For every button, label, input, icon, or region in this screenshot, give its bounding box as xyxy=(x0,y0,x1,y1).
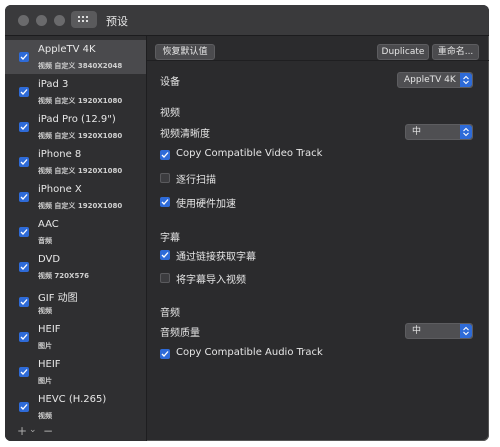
audio-quality-select[interactable]: 中 xyxy=(405,323,473,339)
preset-details: 图片 xyxy=(38,377,52,385)
sidebar-item-ipad-pro[interactable]: iPad Pro (12.9") 视频 自定义 1920X1080 xyxy=(5,110,146,144)
preferences-window: 预设 AppleTV 4K 视频 自定义 3840X2048 iPad 3 视频… xyxy=(5,5,489,441)
preset-checkbox[interactable] xyxy=(19,367,29,377)
progressive-scan-label: 逐行扫描 xyxy=(176,175,216,186)
zoom-window-button[interactable] xyxy=(54,15,65,26)
preset-name: AAC xyxy=(38,219,59,230)
preset-name: DVD xyxy=(38,254,61,265)
preset-details: 视频 xyxy=(38,307,52,315)
sidebar-item-iphone-8[interactable]: iPhone 8 视频 自定义 1920X1080 xyxy=(5,145,146,179)
add-preset-button[interactable]: + xyxy=(17,424,27,438)
audio-quality-label: 音频质量 xyxy=(160,328,200,339)
fetch-subtitle-label: 通过链接获取字幕 xyxy=(176,252,256,263)
preset-name: AppleTV 4K xyxy=(38,44,96,55)
close-window-button[interactable] xyxy=(18,15,29,26)
title-bar: 预设 xyxy=(5,5,489,36)
preset-checkbox[interactable] xyxy=(19,402,29,412)
audio-quality-value: 中 xyxy=(412,326,422,336)
subtitle-section-heading: 字幕 xyxy=(160,233,180,244)
preset-details: 视频 自定义 1920X1080 xyxy=(38,202,123,210)
preset-checkbox[interactable] xyxy=(19,52,29,62)
copy-video-track-checkbox[interactable] xyxy=(160,150,170,160)
import-subtitle-label: 将字幕导入视频 xyxy=(176,275,246,286)
preset-name: GIF 动图 xyxy=(38,293,78,304)
copy-video-track-label: Copy Compatible Video Track xyxy=(176,148,323,159)
hardware-acceleration-checkbox[interactable] xyxy=(160,197,170,207)
duplicate-button[interactable]: Duplicate xyxy=(377,44,429,60)
video-section-heading: 视频 xyxy=(160,108,180,119)
sidebar-item-gif[interactable]: GIF 动图 视频 xyxy=(5,285,146,319)
chevron-updown-icon xyxy=(460,125,472,139)
audio-section-heading: 音频 xyxy=(160,308,180,319)
preset-details: 视频 自定义 1920X1080 xyxy=(38,97,123,105)
video-quality-label: 视频清晰度 xyxy=(160,129,210,140)
preset-details: 音频 xyxy=(38,237,52,245)
preset-details: 视频 自定义 1920X1080 xyxy=(38,132,123,140)
chevron-updown-icon xyxy=(460,73,472,87)
sidebar-item-appletv-4k[interactable]: AppleTV 4K 视频 自定义 3840X2048 xyxy=(5,40,146,74)
preset-checkbox[interactable] xyxy=(19,332,29,342)
preset-checkbox[interactable] xyxy=(19,87,29,97)
sidebar-item-aac[interactable]: AAC 音频 xyxy=(5,215,146,249)
video-quality-select[interactable]: 中 xyxy=(405,124,473,140)
preset-checkbox[interactable] xyxy=(19,262,29,272)
preset-checkbox[interactable] xyxy=(19,157,29,167)
preset-details: 视频 自定义 3840X2048 xyxy=(38,62,123,70)
preset-checkbox[interactable] xyxy=(19,192,29,202)
rename-button[interactable]: 重命名... xyxy=(432,44,479,60)
preset-name: iPhone X xyxy=(38,184,82,195)
preset-name: HEVC (H.265) xyxy=(38,394,107,405)
preset-details: 视频 自定义 1920X1080 xyxy=(38,167,123,175)
preset-settings-panel: 恢复默认值 Duplicate 重命名... 设备 AppleTV 4K 视频 … xyxy=(147,36,489,441)
add-menu-chevron-icon[interactable]: ⌄ xyxy=(29,425,37,435)
video-quality-value: 中 xyxy=(412,127,422,137)
preset-details: 视频 720X576 xyxy=(38,272,90,280)
sidebar-bottom-bar: + ⌄ − xyxy=(5,424,146,441)
preset-name: iPhone 8 xyxy=(38,149,82,160)
restore-defaults-button[interactable]: 恢复默认值 xyxy=(155,44,215,60)
preset-name: iPad Pro (12.9") xyxy=(38,114,116,125)
import-subtitle-checkbox[interactable] xyxy=(160,273,170,283)
sidebar-item-heif[interactable]: HEIF 图片 xyxy=(5,355,146,389)
remove-preset-button[interactable]: − xyxy=(43,424,53,438)
preset-checkbox[interactable] xyxy=(19,227,29,237)
progressive-scan-checkbox[interactable] xyxy=(160,173,170,183)
sidebar-item-hevc[interactable]: HEVC (H.265) 视频 xyxy=(5,390,146,424)
copy-audio-track-label: Copy Compatible Audio Track xyxy=(176,347,323,358)
preset-sidebar: AppleTV 4K 视频 自定义 3840X2048 iPad 3 视频 自定… xyxy=(5,36,147,441)
window-title: 预设 xyxy=(106,15,128,28)
preset-details: 视频 xyxy=(38,412,52,420)
toolbar-divider xyxy=(147,60,489,61)
preset-details: 图片 xyxy=(38,342,52,350)
sidebar-item-ipad-3[interactable]: iPad 3 视频 自定义 1920X1080 xyxy=(5,75,146,109)
preset-checkbox[interactable] xyxy=(19,297,29,307)
grid-view-icon[interactable] xyxy=(71,11,97,28)
preset-name: HEIF xyxy=(38,324,61,335)
preset-name: iPad 3 xyxy=(38,79,69,90)
device-label: 设备 xyxy=(160,77,180,88)
sidebar-item-iphone-x[interactable]: iPhone X 视频 自定义 1920X1080 xyxy=(5,180,146,214)
chevron-updown-icon xyxy=(460,324,472,338)
device-select-value: AppleTV 4K xyxy=(404,75,456,85)
sidebar-item-dvd[interactable]: DVD 视频 720X576 xyxy=(5,250,146,284)
fetch-subtitle-checkbox[interactable] xyxy=(160,250,170,260)
device-select[interactable]: AppleTV 4K xyxy=(397,72,473,88)
minimize-window-button[interactable] xyxy=(36,15,47,26)
sidebar-item-heif[interactable]: HEIF 图片 xyxy=(5,320,146,354)
copy-audio-track-checkbox[interactable] xyxy=(160,349,170,359)
hardware-acceleration-label: 使用硬件加速 xyxy=(176,199,236,210)
preset-name: HEIF xyxy=(38,359,61,370)
preset-checkbox[interactable] xyxy=(19,122,29,132)
